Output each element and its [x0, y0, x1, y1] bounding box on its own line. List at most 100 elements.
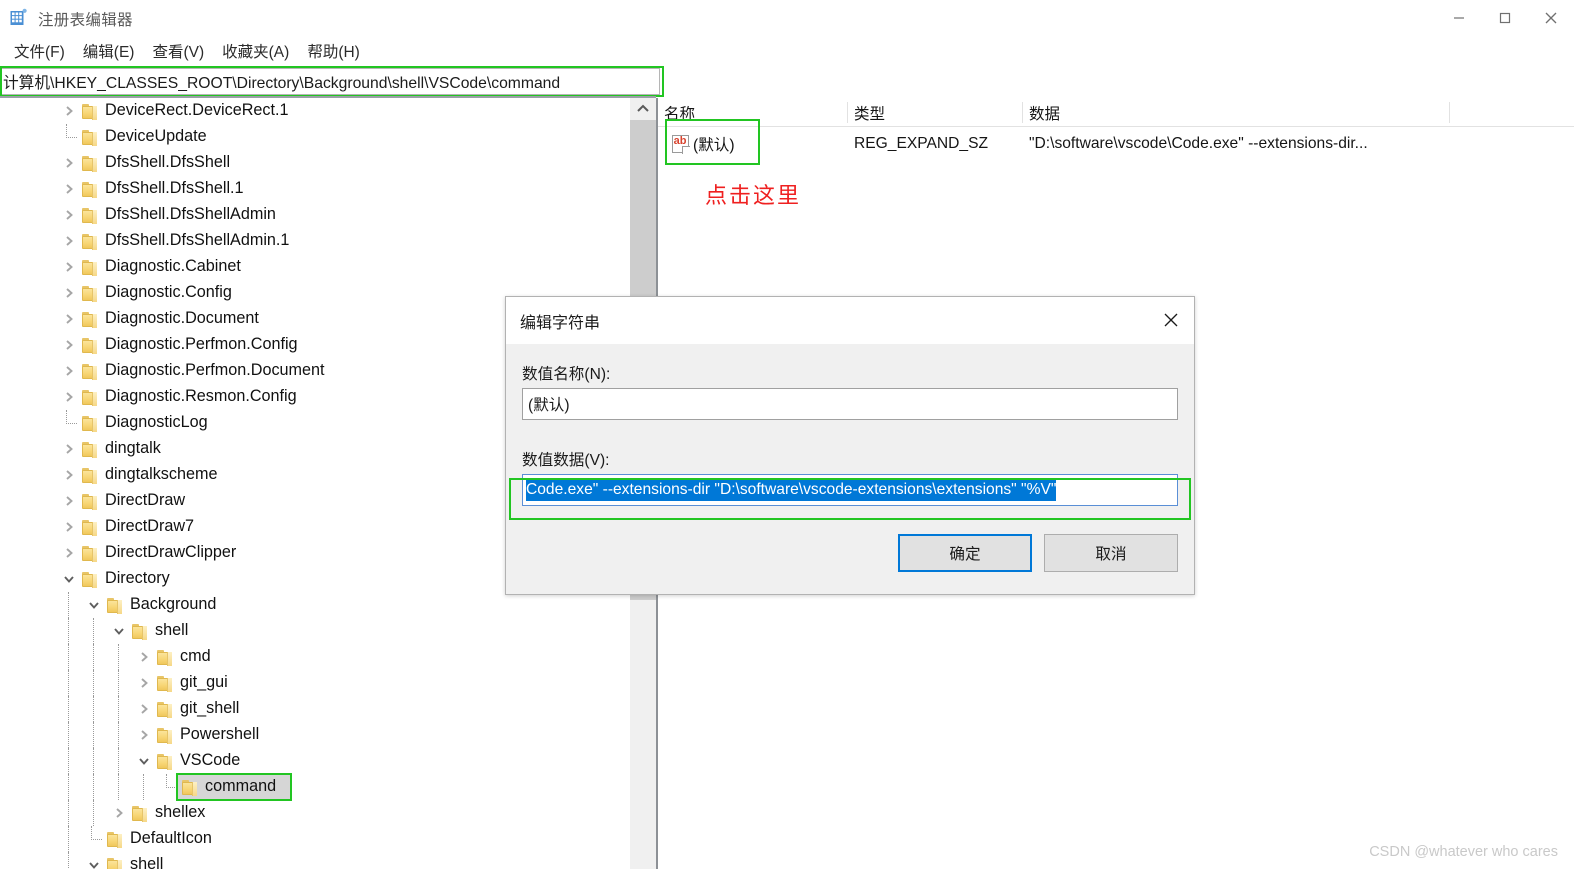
folder-icon [107, 597, 125, 614]
tree-item-dfsshell-dfsshelladmin-1[interactable]: DfsShell.DfsShellAdmin.1 [0, 228, 630, 254]
tree-guide-line [118, 748, 119, 774]
folder-icon [82, 571, 100, 588]
tree-item-powershell[interactable]: Powershell [0, 722, 630, 748]
value-data-input[interactable]: Code.exe" --extensions-dir "D:\software\… [522, 474, 1178, 506]
tree-item-content: Powershell [132, 722, 259, 748]
chevron-right-icon[interactable] [57, 488, 81, 514]
tree-item-label: shellex [155, 802, 206, 821]
minimize-icon[interactable] [1436, 0, 1482, 36]
tree-item-label: shell [130, 854, 164, 869]
tree-item-git-gui[interactable]: git_gui [0, 670, 630, 696]
tree-item-git-shell[interactable]: git_shell [0, 696, 630, 722]
folder-icon [157, 753, 175, 770]
folder-icon [107, 831, 125, 848]
tree-item-content: DirectDraw7 [57, 514, 194, 540]
tree-guide-line [93, 722, 94, 748]
tree-item-content: Diagnostic.Document [57, 306, 259, 332]
cancel-button[interactable]: 取消 [1044, 534, 1178, 572]
chevron-right-icon[interactable] [107, 800, 131, 826]
chevron-right-icon[interactable] [57, 384, 81, 410]
chevron-up-icon[interactable] [630, 98, 656, 120]
menu-item-favorites[interactable]: 收藏夹(A) [213, 38, 298, 64]
chevron-down-icon[interactable] [107, 618, 131, 644]
tree-item-shell[interactable]: shell [0, 852, 630, 869]
chevron-right-icon[interactable] [132, 696, 156, 722]
column-divider[interactable] [1449, 102, 1450, 123]
column-header-type[interactable]: 类型 [848, 98, 1023, 127]
value-name-label: 数值名称(N): [522, 366, 611, 383]
close-icon[interactable] [1148, 297, 1194, 343]
tree-item-label: Diagnostic.Cabinet [105, 256, 241, 275]
tree-item-dfsshell-dfsshell-1[interactable]: DfsShell.DfsShell.1 [0, 176, 630, 202]
tree-item-label: DirectDraw7 [105, 516, 195, 535]
chevron-right-icon[interactable] [57, 514, 81, 540]
address-bar-value: 计算机\HKEY_CLASSES_ROOT\Directory\Backgrou… [3, 75, 561, 92]
tree-item-command[interactable]: command [0, 773, 630, 801]
chevron-down-icon[interactable] [82, 592, 106, 618]
table-row[interactable]: ab (默认) REG_EXPAND_SZ "D:\software\vscod… [658, 127, 1574, 161]
column-header-name[interactable]: 名称 [658, 98, 848, 127]
ok-button[interactable]: 确定 [898, 534, 1032, 572]
tree-item-deviceupdate[interactable]: DeviceUpdate [0, 124, 630, 150]
maximize-icon[interactable] [1482, 0, 1528, 36]
menu-item-file[interactable]: 文件(F) [5, 38, 74, 64]
tree-item-content: Diagnostic.Cabinet [57, 254, 241, 280]
chevron-right-icon[interactable] [57, 358, 81, 384]
tree-guide-line [68, 774, 69, 800]
chevron-right-icon[interactable] [57, 540, 81, 566]
chevron-right-icon[interactable] [57, 436, 81, 462]
tree-item-dfsshell-dfsshelladmin[interactable]: DfsShell.DfsShellAdmin [0, 202, 630, 228]
folder-icon [82, 129, 100, 146]
tree-guide-line [93, 670, 94, 696]
close-icon[interactable] [1528, 0, 1574, 36]
column-header-data[interactable]: 数据 [1023, 98, 1450, 127]
tree-item-shellex[interactable]: shellex [0, 800, 630, 826]
chevron-right-icon[interactable] [132, 722, 156, 748]
folder-icon [82, 181, 100, 198]
folder-icon [82, 363, 100, 380]
chevron-down-icon[interactable] [82, 852, 106, 869]
tree-item-content: DeviceUpdate [57, 124, 207, 150]
chevron-right-icon[interactable] [57, 98, 81, 124]
tree-item-content: dingtalk [57, 436, 161, 462]
tree-item-background[interactable]: Background [0, 592, 630, 618]
chevron-right-icon[interactable] [57, 150, 81, 176]
tree-item-diagnostic-cabinet[interactable]: Diagnostic.Cabinet [0, 254, 630, 280]
value-name-cell[interactable]: ab (默认) [666, 127, 846, 161]
chevron-right-icon[interactable] [132, 670, 156, 696]
chevron-right-icon[interactable] [57, 228, 81, 254]
address-bar-input[interactable]: 计算机\HKEY_CLASSES_ROOT\Directory\Backgrou… [0, 68, 660, 95]
chevron-right-icon[interactable] [57, 280, 81, 306]
tree-item-label: dingtalkscheme [105, 464, 218, 483]
tree-guide-line [118, 644, 119, 670]
chevron-right-icon[interactable] [132, 644, 156, 670]
folder-icon [82, 259, 100, 276]
tree-item-dfsshell-dfsshell[interactable]: DfsShell.DfsShell [0, 150, 630, 176]
folder-icon [82, 545, 100, 562]
value-name-input[interactable]: (默认) [522, 388, 1178, 420]
chevron-right-icon[interactable] [57, 202, 81, 228]
tree-guide-line [143, 774, 144, 800]
tree-guide-line [68, 722, 69, 748]
chevron-right-icon[interactable] [57, 254, 81, 280]
column-header-type-label: 类型 [854, 105, 886, 123]
tree-item-content: dingtalkscheme [57, 462, 217, 488]
chevron-right-icon[interactable] [57, 306, 81, 332]
chevron-right-icon[interactable] [57, 332, 81, 358]
chevron-right-icon[interactable] [57, 176, 81, 202]
click-here-annotation-text: 点击这里 [705, 183, 802, 208]
tree-item-cmd[interactable]: cmd [0, 644, 630, 670]
menu-item-view[interactable]: 查看(V) [143, 38, 213, 64]
menu-item-edit[interactable]: 编辑(E) [74, 38, 144, 64]
menu-item-help[interactable]: 帮助(H) [298, 38, 369, 64]
tree-item-shell[interactable]: shell [0, 618, 630, 644]
tree-item-vscode[interactable]: VSCode [0, 748, 630, 774]
tree-guide-line [93, 800, 94, 826]
tree-item-devicerect-devicerect-1[interactable]: DeviceRect.DeviceRect.1 [0, 98, 630, 124]
chevron-right-icon[interactable] [57, 462, 81, 488]
tree-item-label: DeviceRect.DeviceRect.1 [105, 100, 289, 119]
tree-item-label: Diagnostic.Document [105, 308, 259, 327]
tree-item-defaulticon[interactable]: DefaultIcon [0, 826, 630, 852]
chevron-down-icon[interactable] [132, 748, 156, 774]
chevron-down-icon[interactable] [57, 566, 81, 592]
